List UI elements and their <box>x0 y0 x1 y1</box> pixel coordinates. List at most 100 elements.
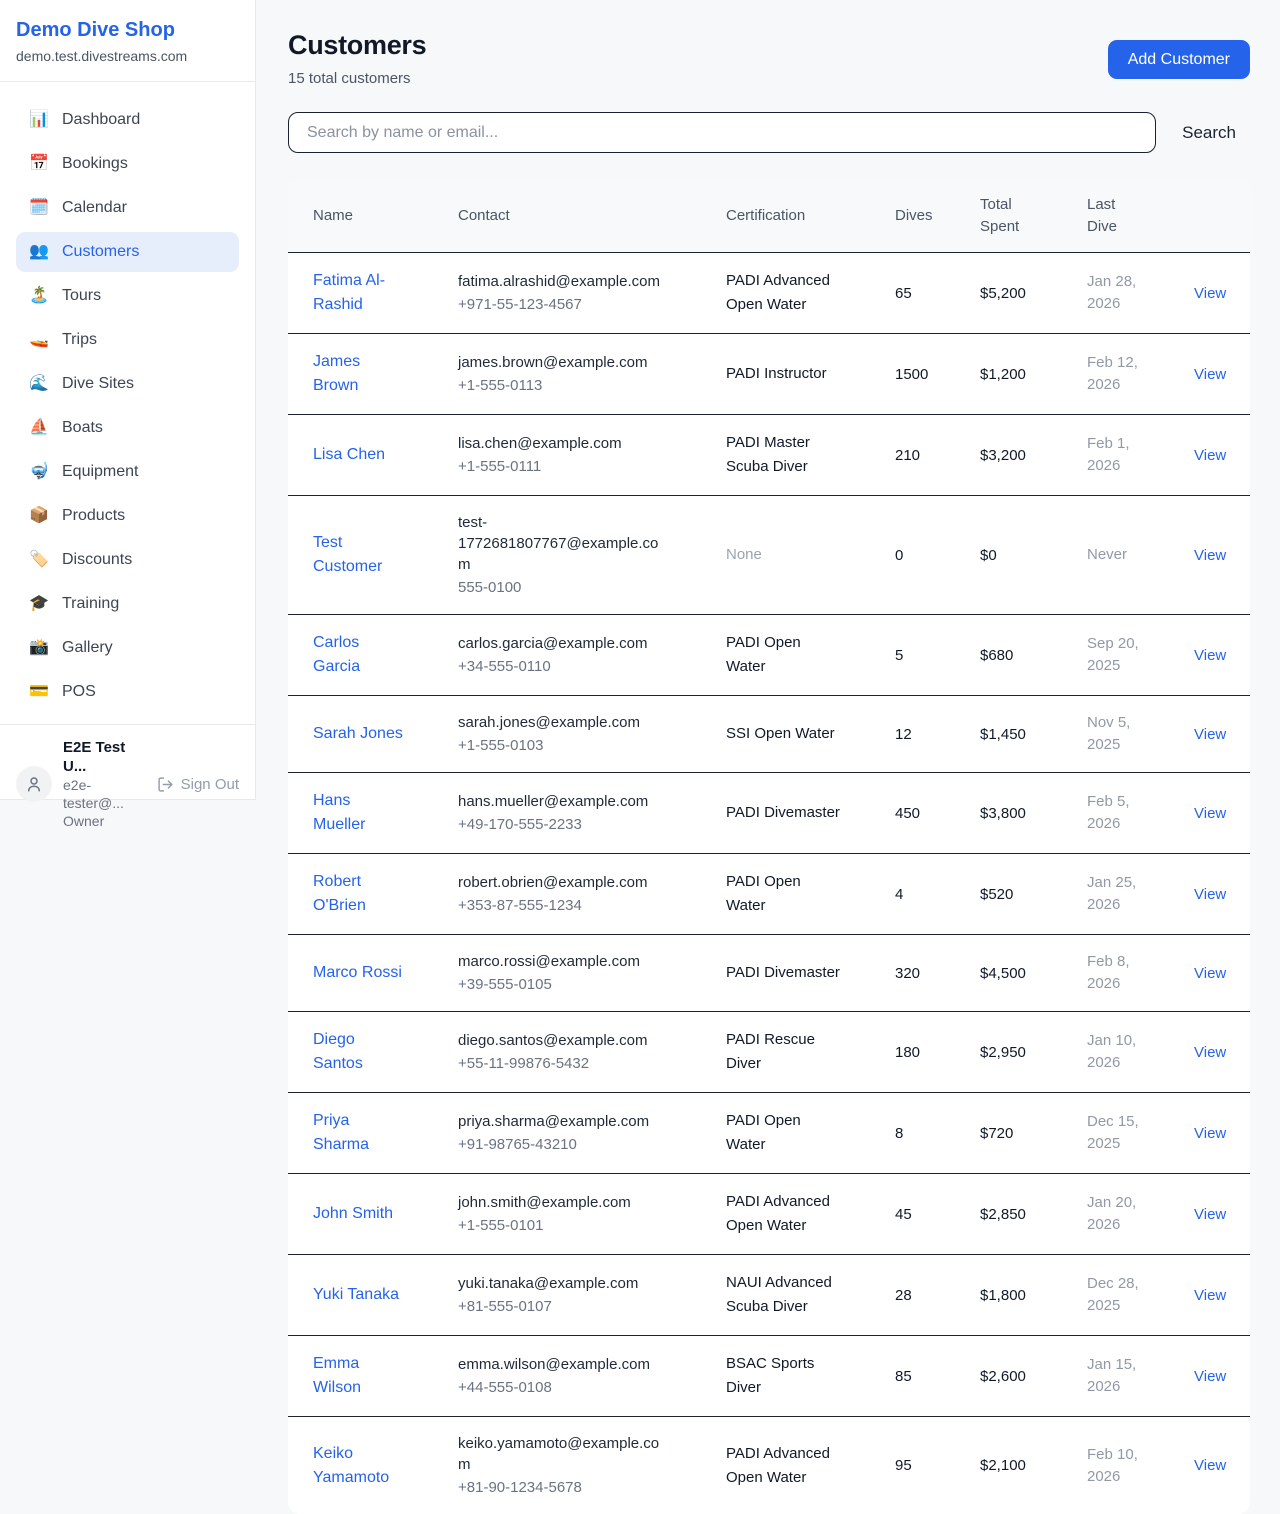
contact-cell: emma.wilson@example.com +44-555-0108 <box>433 1338 701 1414</box>
customer-name-link[interactable]: Hans Mueller <box>313 789 405 837</box>
contact-cell: john.smith@example.com +1-555-0101 <box>433 1176 701 1252</box>
user-role: Owner <box>63 812 146 830</box>
certification-text: None <box>726 543 762 567</box>
sidebar-item-calendar[interactable]: 🗓️ Calendar <box>16 188 239 228</box>
sidebar-nav: 📊 Dashboard 📅 Bookings 🗓️ Calendar 👥 Cus… <box>0 82 255 724</box>
customer-name-link[interactable]: Priya Sharma <box>313 1109 405 1157</box>
view-link[interactable]: View <box>1194 726 1226 743</box>
sign-out-button[interactable]: Sign Out <box>157 776 239 793</box>
dives-count: 4 <box>870 870 955 919</box>
dives-count: 28 <box>870 1271 955 1320</box>
sidebar-item-tours[interactable]: 🏝️ Tours <box>16 276 239 316</box>
last-dive-cell: Feb 1, 2026 <box>1062 417 1169 493</box>
last-dive-cell: Dec 28, 2025 <box>1062 1257 1169 1333</box>
name-cell: Hans Mueller <box>288 773 433 853</box>
certification-cell: PADI Divemaster <box>701 785 870 841</box>
customer-name-link[interactable]: Marco Rossi <box>313 961 402 985</box>
add-customer-button[interactable]: Add Customer <box>1108 40 1250 79</box>
customer-name-link[interactable]: Test Customer <box>313 531 405 579</box>
customer-phone: +81-555-0107 <box>458 1296 699 1317</box>
last-dive-date: Never <box>1087 544 1127 566</box>
sidebar-item-label: POS <box>62 683 96 701</box>
dives-count: 1500 <box>870 350 955 399</box>
search-button[interactable]: Search <box>1182 123 1236 143</box>
customer-name-link[interactable]: Keiko Yamamoto <box>313 1442 405 1490</box>
certification-text: PADI Open Water <box>726 1109 844 1157</box>
sidebar-item-trips[interactable]: 🚤 Trips <box>16 320 239 360</box>
total-spent: $5,200 <box>955 269 1062 318</box>
view-link[interactable]: View <box>1194 1457 1226 1474</box>
last-dive-cell: Jan 10, 2026 <box>1062 1014 1169 1090</box>
view-link[interactable]: View <box>1194 886 1226 903</box>
sidebar-item-discounts[interactable]: 🏷️ Discounts <box>16 540 239 580</box>
view-cell: View <box>1169 269 1250 318</box>
customer-name-link[interactable]: Lisa Chen <box>313 443 385 467</box>
customer-name-link[interactable]: Emma Wilson <box>313 1352 405 1400</box>
dives-count: 8 <box>870 1109 955 1158</box>
name-cell: Keiko Yamamoto <box>288 1426 433 1506</box>
view-link[interactable]: View <box>1194 285 1226 302</box>
view-link[interactable]: View <box>1194 547 1226 564</box>
sidebar-item-customers[interactable]: 👥 Customers <box>16 232 239 272</box>
view-cell: View <box>1169 531 1250 580</box>
table-body: Fatima Al-Rashid fatima.alrashid@example… <box>288 253 1250 1514</box>
customer-phone: +49-170-555-2233 <box>458 814 699 835</box>
user-box: E2E Test U... e2e-tester@... Owner Sign … <box>0 724 255 843</box>
dives-count: 0 <box>870 531 955 580</box>
sidebar-item-bookings[interactable]: 📅 Bookings <box>16 144 239 184</box>
customer-name-link[interactable]: Carlos Garcia <box>313 631 405 679</box>
contact-cell: carlos.garcia@example.com +34-555-0110 <box>433 617 701 693</box>
sidebar-item-label: Discounts <box>62 551 132 569</box>
last-dive-cell: Feb 8, 2026 <box>1062 935 1169 1011</box>
dives-count: 95 <box>870 1441 955 1490</box>
sidebar-item-dive-sites[interactable]: 🌊 Dive Sites <box>16 364 239 404</box>
name-cell: Lisa Chen <box>288 427 433 483</box>
sidebar-item-pos[interactable]: 💳 POS <box>16 672 239 712</box>
contact-cell: priya.sharma@example.com +91-98765-43210 <box>433 1095 701 1171</box>
total-spent: $1,200 <box>955 350 1062 399</box>
sidebar-item-gallery[interactable]: 📸 Gallery <box>16 628 239 668</box>
customer-name-link[interactable]: Robert O'Brien <box>313 870 405 918</box>
view-link[interactable]: View <box>1194 447 1226 464</box>
contact-cell: keiko.yamamoto@example.com +81-90-1234-5… <box>433 1417 701 1514</box>
customer-name-link[interactable]: Diego Santos <box>313 1028 405 1076</box>
sidebar-item-boats[interactable]: ⛵ Boats <box>16 408 239 448</box>
view-link[interactable]: View <box>1194 1044 1226 1061</box>
view-link[interactable]: View <box>1194 1368 1226 1385</box>
customer-name-link[interactable]: Sarah Jones <box>313 722 403 746</box>
customer-phone: +353-87-555-1234 <box>458 895 699 916</box>
certification-text: PADI Advanced Open Water <box>726 1190 844 1238</box>
customer-name-link[interactable]: James Brown <box>313 350 405 398</box>
last-dive-date: Dec 28, 2025 <box>1087 1273 1167 1317</box>
customer-name-link[interactable]: Fatima Al-Rashid <box>313 269 405 317</box>
view-link[interactable]: View <box>1194 647 1226 664</box>
view-link[interactable]: View <box>1194 805 1226 822</box>
column-header-last-dive: Last Dive <box>1062 180 1169 252</box>
sidebar-item-equipment[interactable]: 🤿 Equipment <box>16 452 239 492</box>
customer-email: fatima.alrashid@example.com <box>458 271 665 292</box>
customer-name-link[interactable]: John Smith <box>313 1202 393 1226</box>
bar-chart-icon: 📊 <box>29 112 49 128</box>
certification-cell: BSAC Sports Diver <box>701 1336 870 1416</box>
search-row: Search <box>288 112 1250 153</box>
view-link[interactable]: View <box>1194 366 1226 383</box>
shop-header: Demo Dive Shop demo.test.divestreams.com <box>0 0 255 82</box>
speedboat-icon: 🚤 <box>29 332 49 348</box>
sidebar-item-training[interactable]: 🎓 Training <box>16 584 239 624</box>
wave-icon: 🌊 <box>29 376 49 392</box>
last-dive-date: Jan 10, 2026 <box>1087 1030 1167 1074</box>
view-link[interactable]: View <box>1194 1206 1226 1223</box>
sidebar-item-dashboard[interactable]: 📊 Dashboard <box>16 100 239 140</box>
view-cell: View <box>1169 431 1250 480</box>
dives-count: 320 <box>870 949 955 998</box>
view-link[interactable]: View <box>1194 1287 1226 1304</box>
total-spent: $520 <box>955 870 1062 919</box>
view-link[interactable]: View <box>1194 1125 1226 1142</box>
sidebar-item-products[interactable]: 📦 Products <box>16 496 239 536</box>
search-input[interactable] <box>288 112 1156 153</box>
island-icon: 🏝️ <box>29 288 49 304</box>
view-link[interactable]: View <box>1194 965 1226 982</box>
customer-name-link[interactable]: Yuki Tanaka <box>313 1283 399 1307</box>
view-cell: View <box>1169 949 1250 998</box>
certification-text: PADI Open Water <box>726 870 844 918</box>
